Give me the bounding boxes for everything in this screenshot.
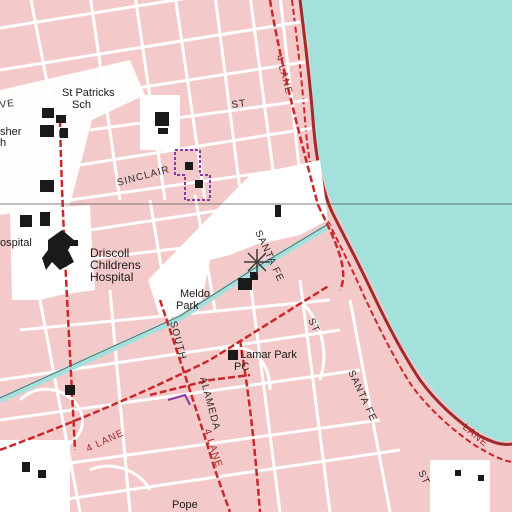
bottom-right-open: [430, 460, 490, 512]
label-pope: Pope: [172, 499, 198, 511]
label-h-partial: h: [0, 137, 6, 149]
label-park: Park: [176, 300, 199, 312]
label-hospital-partial: ospital: [0, 237, 32, 249]
label-sch: Sch: [72, 99, 91, 111]
topographic-map[interactable]: St Patricks Sch Driscoll Childrens Hospi…: [0, 0, 512, 512]
bottom-left-open: [0, 440, 70, 512]
label-meldo: Meldo: [180, 288, 210, 300]
label-st-a: ST: [231, 98, 247, 111]
label-hospital: Hospital: [90, 270, 133, 284]
label-st-patricks: St Patricks: [62, 87, 115, 99]
label-pc: PC: [234, 361, 249, 373]
label-ve-partial: VE: [0, 98, 16, 111]
label-lamar-park: Lamar Park: [240, 349, 297, 361]
